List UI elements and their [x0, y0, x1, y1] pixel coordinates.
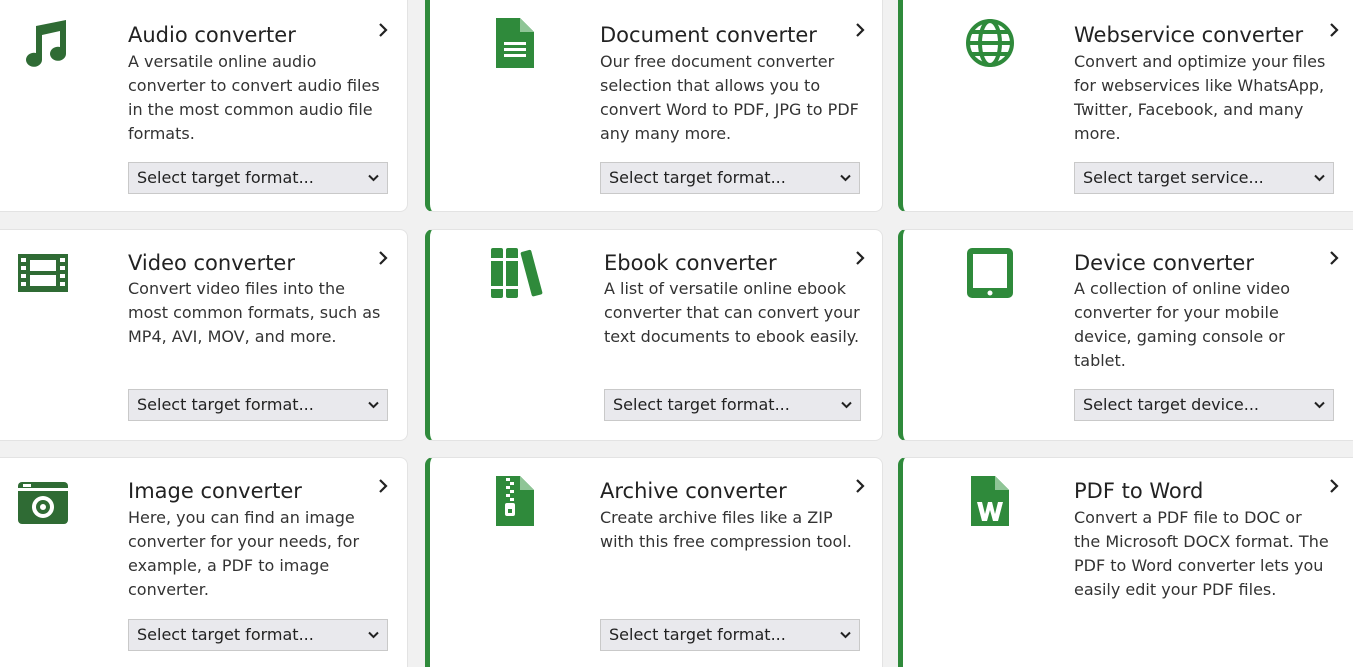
chevron-right-icon[interactable] — [1329, 23, 1339, 37]
card-title[interactable]: PDF to Word — [1074, 479, 1203, 503]
target-format-select[interactable]: Select target format... — [128, 389, 388, 421]
film-icon — [16, 246, 70, 300]
select-value: Select target format... — [137, 168, 314, 187]
card-pdf-to-word[interactable]: PDF to Word Convert a PDF file to DOC or… — [898, 457, 1353, 667]
chevron-down-icon — [1314, 174, 1325, 182]
card-title[interactable]: Device converter — [1074, 251, 1254, 275]
word-file-icon — [963, 474, 1017, 528]
chevron-down-icon — [840, 174, 851, 182]
chevron-down-icon — [368, 401, 379, 409]
card-title[interactable]: Archive converter — [600, 479, 787, 503]
card-description: Convert and optimize your files for webs… — [1074, 52, 1326, 143]
card-description: Here, you can find an image converter fo… — [128, 508, 360, 599]
select-value: Select target format... — [609, 168, 786, 187]
card-title[interactable]: Ebook converter — [604, 251, 777, 275]
target-service-select[interactable]: Select target service... — [1074, 162, 1334, 194]
document-icon — [488, 16, 542, 70]
card-title[interactable]: Video converter — [128, 251, 295, 275]
card-description: Convert video files into the most common… — [128, 279, 381, 346]
chevron-right-icon[interactable] — [1329, 251, 1339, 265]
music-note-icon — [16, 16, 70, 70]
globe-icon — [963, 16, 1017, 70]
target-device-select[interactable]: Select target device... — [1074, 389, 1334, 421]
select-value: Select target format... — [137, 625, 314, 644]
target-format-select[interactable]: Select target format... — [128, 162, 388, 194]
chevron-down-icon — [368, 174, 379, 182]
card-title[interactable]: Audio converter — [128, 23, 296, 47]
card-description: A versatile online audio converter to co… — [128, 52, 380, 143]
target-format-select[interactable]: Select target format... — [604, 389, 861, 421]
card-device-converter[interactable]: Device converter A collection of online … — [898, 229, 1353, 441]
camera-icon — [16, 474, 70, 528]
select-value: Select target device... — [1083, 395, 1259, 414]
chevron-right-icon[interactable] — [378, 479, 388, 493]
card-description: A collection of online video converter f… — [1074, 279, 1290, 370]
card-video-converter[interactable]: Video converter Convert video files into… — [0, 229, 408, 441]
chevron-down-icon — [368, 631, 379, 639]
card-description: A list of versatile online ebook convert… — [604, 279, 860, 346]
select-value: Select target format... — [613, 395, 790, 414]
card-ebook-converter[interactable]: Ebook converter A list of versatile onli… — [425, 229, 883, 441]
chevron-right-icon[interactable] — [378, 251, 388, 265]
chevron-down-icon — [841, 401, 852, 409]
target-format-select[interactable]: Select target format... — [600, 162, 860, 194]
chevron-right-icon[interactable] — [855, 479, 865, 493]
card-webservice-converter[interactable]: Webservice converter Convert and optimiz… — [898, 0, 1353, 212]
card-title[interactable]: Document converter — [600, 23, 817, 47]
card-description: Convert a PDF file to DOC or the Microso… — [1074, 508, 1329, 599]
card-description: Our free document converter selection th… — [600, 52, 859, 143]
select-value: Select target format... — [609, 625, 786, 644]
chevron-down-icon — [1314, 401, 1325, 409]
card-audio-converter[interactable]: Audio converter A versatile online audio… — [0, 0, 408, 212]
card-title[interactable]: Webservice converter — [1074, 23, 1303, 47]
chevron-right-icon[interactable] — [855, 251, 865, 265]
tablet-icon — [963, 246, 1017, 300]
zip-file-icon — [488, 474, 542, 528]
card-title[interactable]: Image converter — [128, 479, 302, 503]
chevron-right-icon[interactable] — [1329, 479, 1339, 493]
chevron-right-icon[interactable] — [855, 23, 865, 37]
books-icon — [488, 246, 543, 300]
chevron-down-icon — [840, 631, 851, 639]
card-description: Create archive files like a ZIP with thi… — [600, 508, 852, 551]
card-document-converter[interactable]: Document converter Our free document con… — [425, 0, 883, 212]
select-value: Select target service... — [1083, 168, 1264, 187]
card-image-converter[interactable]: Image converter Here, you can find an im… — [0, 457, 408, 667]
card-archive-converter[interactable]: Archive converter Create archive files l… — [425, 457, 883, 667]
select-value: Select target format... — [137, 395, 314, 414]
target-format-select[interactable]: Select target format... — [600, 619, 860, 651]
target-format-select[interactable]: Select target format... — [128, 619, 388, 651]
chevron-right-icon[interactable] — [378, 23, 388, 37]
